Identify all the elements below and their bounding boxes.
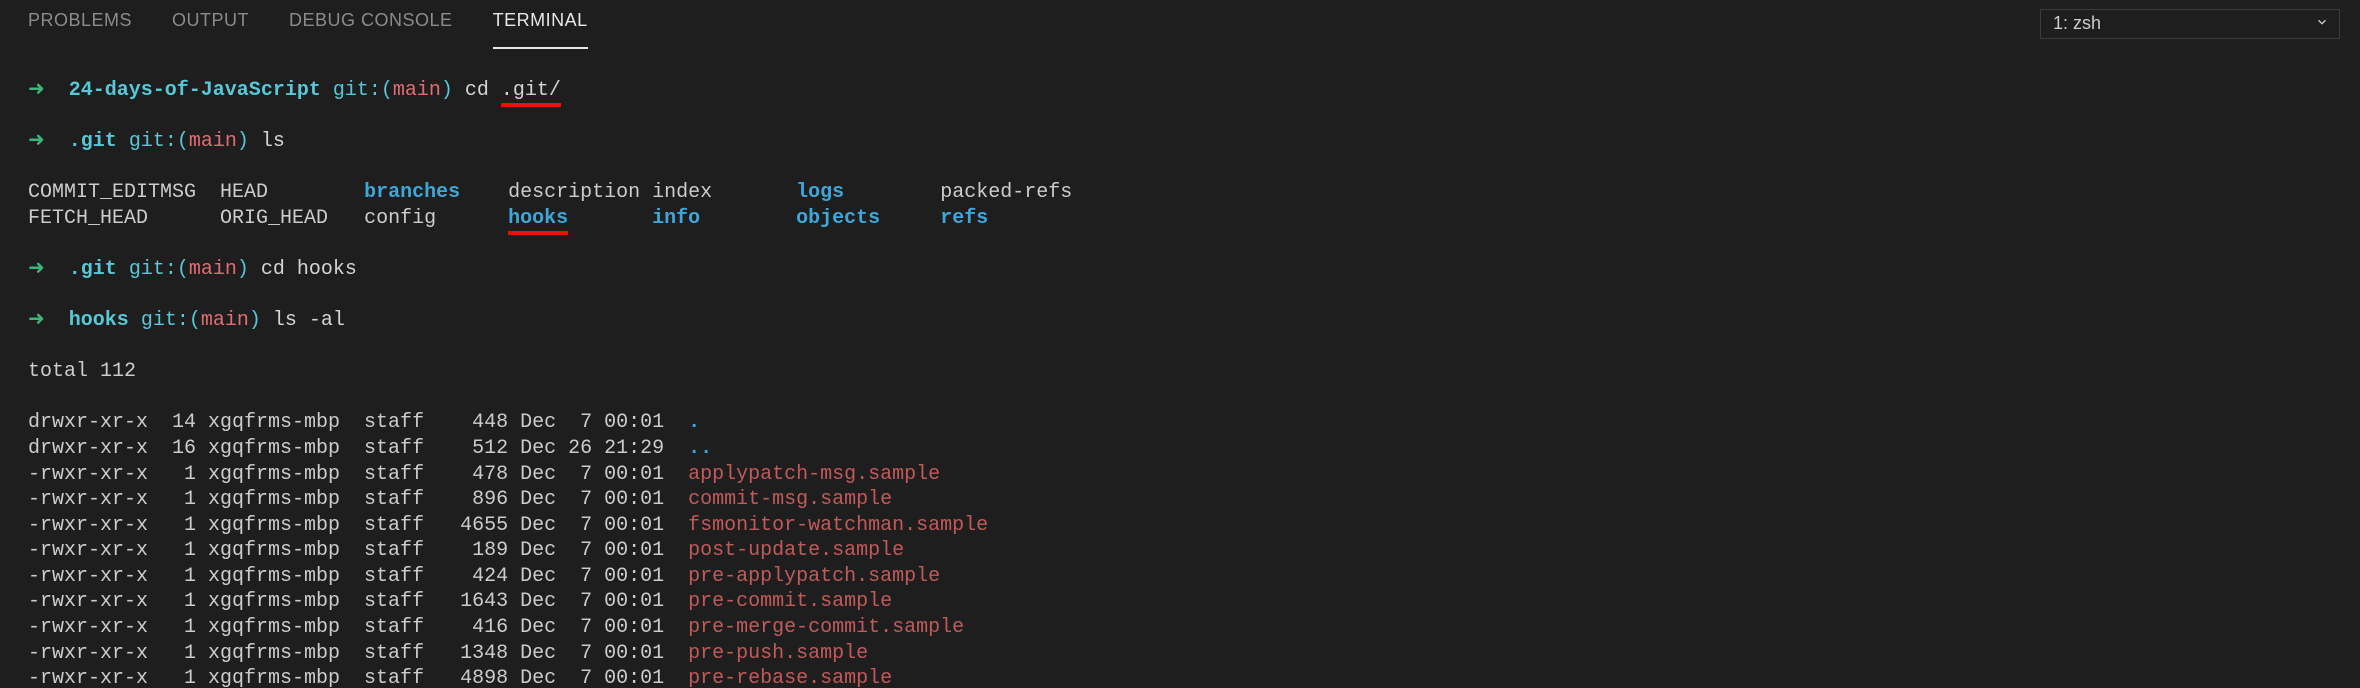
prompt-branch: main	[189, 258, 237, 281]
terminal-selector-dropdown[interactable]: 1: zsh	[2040, 9, 2340, 38]
ls-entry: config	[364, 207, 508, 230]
terminal-output[interactable]: ➜ 24-days-of-JavaScript git:(main) cd .g…	[0, 48, 2360, 688]
prompt-line: ➜ .git git:(main) cd hooks	[28, 257, 2360, 283]
prompt-arrow-icon: ➜	[28, 130, 45, 153]
ls-al-meta: -rwxr-xr-x 1 xgqfrms-mbp staff 424 Dec 7…	[28, 565, 688, 588]
ls-entry: branches	[364, 181, 508, 204]
prompt-branch: main	[189, 130, 237, 153]
ls-al-row: -rwxr-xr-x 1 xgqfrms-mbp staff 896 Dec 7…	[28, 487, 2360, 513]
prompt-cwd: 24-days-of-JavaScript	[69, 79, 321, 102]
ls-entry: packed-refs	[940, 181, 1084, 204]
ls-al-row: -rwxr-xr-x 1 xgqfrms-mbp staff 1348 Dec …	[28, 641, 2360, 667]
ls-al-meta: -rwxr-xr-x 1 xgqfrms-mbp staff 4898 Dec …	[28, 667, 688, 688]
prompt-cwd: .git	[69, 258, 117, 281]
command-text: ls	[261, 130, 285, 153]
prompt-line: ➜ 24-days-of-JavaScript git:(main) cd .g…	[28, 78, 2360, 104]
ls-al-meta: -rwxr-xr-x 1 xgqfrms-mbp staff 416 Dec 7…	[28, 616, 688, 639]
ls-al-meta: -rwxr-xr-x 1 xgqfrms-mbp staff 478 Dec 7…	[28, 463, 688, 486]
ls-al-filename: commit-msg.sample	[688, 488, 892, 511]
command-text: cd hooks	[261, 258, 357, 281]
command-text: ls -al	[273, 309, 345, 332]
ls-al-meta: -rwxr-xr-x 1 xgqfrms-mbp staff 1348 Dec …	[28, 642, 688, 665]
prompt-git-suffix: )	[237, 130, 249, 153]
ls-al-filename: ..	[688, 437, 712, 460]
prompt-git-label: git:(	[129, 130, 189, 153]
command-text: cd	[465, 79, 501, 102]
ls-al-filename: pre-push.sample	[688, 642, 868, 665]
ls-entry: description	[508, 181, 652, 204]
ls-al-meta: drwxr-xr-x 16 xgqfrms-mbp staff 512 Dec …	[28, 437, 688, 460]
tab-output[interactable]: OUTPUT	[172, 9, 249, 38]
prompt-cwd: hooks	[69, 309, 129, 332]
ls-entry: HEAD	[220, 181, 364, 204]
prompt-arrow-icon: ➜	[28, 258, 45, 281]
ls-row: FETCH_HEAD ORIG_HEAD config hooks info o…	[28, 206, 2360, 232]
ls-entry: refs	[940, 207, 1084, 230]
prompt-line: ➜ .git git:(main) ls	[28, 129, 2360, 155]
ls-al-meta: -rwxr-xr-x 1 xgqfrms-mbp staff 1643 Dec …	[28, 590, 688, 613]
prompt-git-suffix: )	[237, 258, 249, 281]
ls-al-row: -rwxr-xr-x 1 xgqfrms-mbp staff 4898 Dec …	[28, 666, 2360, 688]
prompt-branch: main	[201, 309, 249, 332]
ls-output-block: COMMIT_EDITMSG HEAD branches description…	[28, 180, 2360, 231]
ls-al-row: -rwxr-xr-x 1 xgqfrms-mbp staff 478 Dec 7…	[28, 462, 2360, 488]
prompt-git-label: git:(	[333, 79, 393, 102]
prompt-git-suffix: )	[249, 309, 261, 332]
chevron-down-icon	[2315, 15, 2329, 34]
prompt-git-suffix: )	[441, 79, 453, 102]
prompt-branch: main	[393, 79, 441, 102]
ls-al-meta: -rwxr-xr-x 1 xgqfrms-mbp staff 896 Dec 7…	[28, 488, 688, 511]
prompt-cwd: .git	[69, 130, 117, 153]
ls-al-filename: post-update.sample	[688, 539, 904, 562]
prompt-git-label: git:(	[129, 258, 189, 281]
ls-al-row: drwxr-xr-x 16 xgqfrms-mbp staff 512 Dec …	[28, 436, 2360, 462]
tab-debug-console[interactable]: DEBUG CONSOLE	[289, 9, 453, 38]
ls-al-meta: -rwxr-xr-x 1 xgqfrms-mbp staff 4655 Dec …	[28, 514, 688, 537]
ls-entry: FETCH_HEAD	[28, 207, 220, 230]
ls-al-meta: drwxr-xr-x 14 xgqfrms-mbp staff 448 Dec …	[28, 411, 688, 434]
ls-al-row: -rwxr-xr-x 1 xgqfrms-mbp staff 424 Dec 7…	[28, 564, 2360, 590]
tab-terminal[interactable]: TERMINAL	[493, 9, 588, 38]
ls-row: COMMIT_EDITMSG HEAD branches description…	[28, 180, 2360, 206]
ls-entry: objects	[796, 207, 940, 230]
ls-al-filename: .	[688, 411, 700, 434]
ls-entry: index	[652, 181, 796, 204]
prompt-arrow-icon: ➜	[28, 79, 45, 102]
terminal-selector-label: 1: zsh	[2053, 12, 2101, 35]
ls-al-row: -rwxr-xr-x 1 xgqfrms-mbp staff 1643 Dec …	[28, 589, 2360, 615]
ls-al-filename: pre-rebase.sample	[688, 667, 892, 688]
ls-entry: ORIG_HEAD	[220, 207, 364, 230]
total-line: total 112	[28, 359, 2360, 385]
ls-entry: hooks	[508, 207, 652, 230]
panel-tabs: PROBLEMS OUTPUT DEBUG CONSOLE TERMINAL 1…	[0, 0, 2360, 48]
prompt-arrow-icon: ➜	[28, 309, 45, 332]
ls-entry: COMMIT_EDITMSG	[28, 181, 220, 204]
command-text-underlined: .git/	[501, 78, 561, 108]
ls-al-filename: fsmonitor-watchman.sample	[688, 514, 988, 537]
ls-al-filename: applypatch-msg.sample	[688, 463, 940, 486]
prompt-line: ➜ hooks git:(main) ls -al	[28, 308, 2360, 334]
ls-al-row: -rwxr-xr-x 1 xgqfrms-mbp staff 4655 Dec …	[28, 513, 2360, 539]
ls-entry: info	[652, 207, 796, 230]
ls-al-row: -rwxr-xr-x 1 xgqfrms-mbp staff 416 Dec 7…	[28, 615, 2360, 641]
ls-al-filename: pre-merge-commit.sample	[688, 616, 964, 639]
prompt-git-label: git:(	[141, 309, 201, 332]
ls-al-filename: pre-commit.sample	[688, 590, 892, 613]
ls-al-row: drwxr-xr-x 14 xgqfrms-mbp staff 448 Dec …	[28, 410, 2360, 436]
ls-al-output-block: drwxr-xr-x 14 xgqfrms-mbp staff 448 Dec …	[28, 410, 2360, 688]
ls-al-row: -rwxr-xr-x 1 xgqfrms-mbp staff 189 Dec 7…	[28, 538, 2360, 564]
ls-entry: logs	[796, 181, 940, 204]
tab-problems[interactable]: PROBLEMS	[28, 9, 132, 38]
ls-al-meta: -rwxr-xr-x 1 xgqfrms-mbp staff 189 Dec 7…	[28, 539, 688, 562]
ls-al-filename: pre-applypatch.sample	[688, 565, 940, 588]
